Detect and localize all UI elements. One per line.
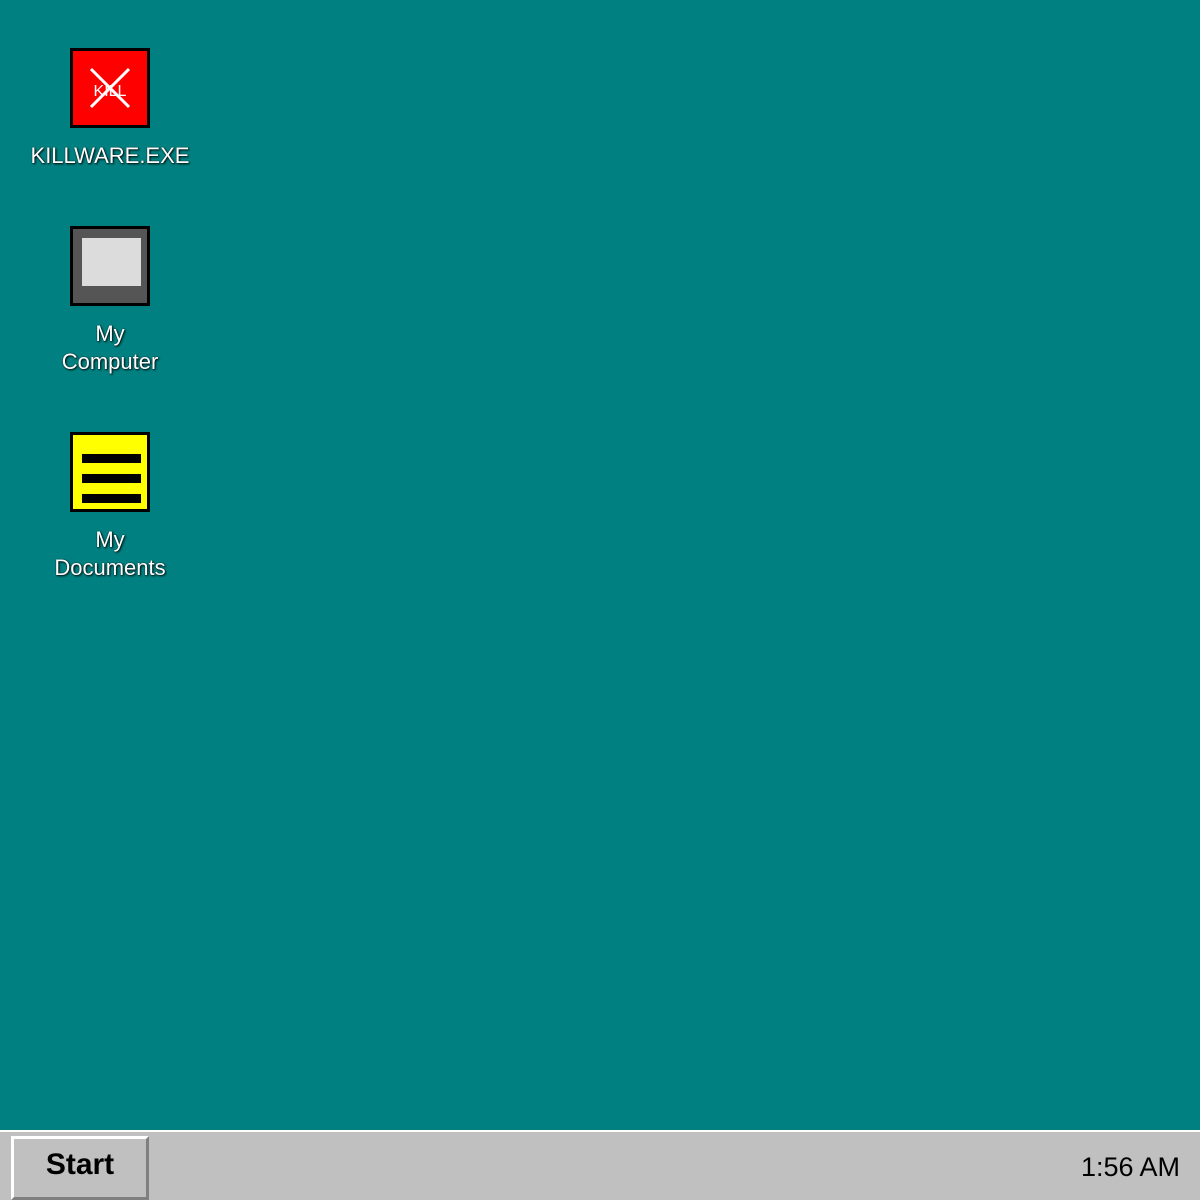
desktop-icon-label: My Computer — [61, 321, 159, 374]
desktop: KILL KILLWARE.EXE My Computer My Documen… — [0, 0, 1200, 1130]
desktop-icon-my-computer[interactable]: My Computer — [20, 226, 200, 376]
desktop-icon-label: My Documents — [54, 527, 166, 580]
killware-icon-text: KILL — [94, 83, 127, 100]
computer-screen — [82, 238, 141, 286]
desktop-icon-killware[interactable]: KILL KILLWARE.EXE — [20, 48, 200, 170]
killware-icon[interactable]: KILL — [70, 48, 150, 128]
desktop-icon-my-documents[interactable]: My Documents — [20, 432, 200, 582]
taskbar-clock[interactable]: 1:56 AM — [1081, 1152, 1180, 1183]
document-line — [82, 454, 141, 463]
documents-icon[interactable] — [70, 432, 150, 512]
taskbar: Start 1:56 AM — [0, 1130, 1200, 1200]
document-line — [82, 474, 141, 483]
start-button[interactable]: Start — [11, 1136, 149, 1200]
document-line — [82, 494, 141, 503]
computer-icon[interactable] — [70, 226, 150, 306]
desktop-icon-label: KILLWARE.EXE — [30, 143, 190, 168]
